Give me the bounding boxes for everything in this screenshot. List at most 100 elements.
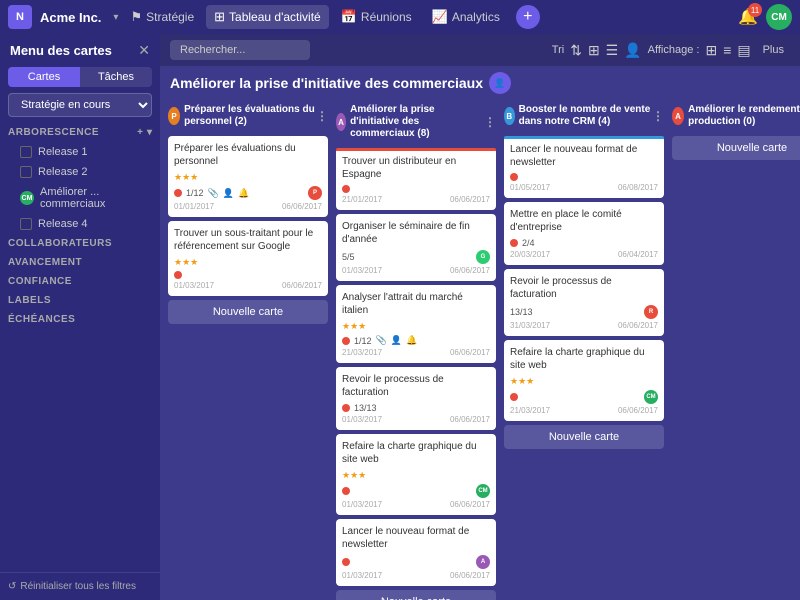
filter-icon[interactable]: ▾ <box>147 127 152 138</box>
card-date-start: 01/05/2017 <box>510 183 550 192</box>
card-label <box>342 337 350 345</box>
sidebar-section-arborescence[interactable]: ARBORESCENCE + ▾ <box>0 123 160 142</box>
table-row[interactable]: Organiser le séminaire de fin d'année 5/… <box>336 214 496 281</box>
column-header-0: P Préparer les évaluations du personnel … <box>168 100 328 132</box>
card-dates: 21/03/2017 06/06/2017 <box>342 348 490 357</box>
nav-avatar[interactable]: CM <box>766 4 792 30</box>
card-icon: 📎 <box>208 188 219 199</box>
check-release2[interactable] <box>20 166 32 178</box>
display-label: Affichage : <box>648 44 700 56</box>
card-date-start: 01/01/2017 <box>174 202 214 211</box>
card-date-start: 01/03/2017 <box>174 281 214 290</box>
column-menu-icon-1[interactable]: ⋮ <box>484 115 496 129</box>
plus-icon[interactable]: + <box>137 127 143 138</box>
avatar: P <box>308 186 322 200</box>
card-top-bar <box>336 148 496 151</box>
view-grid-icon[interactable]: ⊞ <box>705 42 717 59</box>
strategy-icon: ⚑ <box>130 9 142 25</box>
avatar: R <box>644 305 658 319</box>
sidebar-item-release2[interactable]: Release 2 <box>0 162 160 182</box>
card-date-end: 06/06/2017 <box>450 266 490 275</box>
view-timeline-icon[interactable]: ▤ <box>737 42 750 59</box>
filter-icon[interactable]: ⊞ <box>588 42 600 59</box>
nav-add-button[interactable]: + <box>516 5 540 29</box>
card-dates: 01/03/2017 06/06/2017 <box>342 266 490 275</box>
card-meta <box>174 271 322 279</box>
card-label <box>510 393 518 401</box>
new-card-button-1[interactable]: Nouvelle carte <box>336 590 496 600</box>
card-avatars: R <box>644 305 658 319</box>
column-3: A Améliorer le rendement de production (… <box>672 100 800 592</box>
nav-item-tableau[interactable]: ⊞ Tableau d'activité <box>206 5 329 29</box>
table-row[interactable]: Trouver un distributeur en Espagne 21/01… <box>336 148 496 210</box>
card-stars: ★★★ <box>342 470 490 481</box>
check-release1[interactable] <box>20 146 32 158</box>
nav-right: 🔔 11 CM <box>738 4 792 30</box>
strategy-filter-select[interactable]: Stratégie en cours <box>8 93 152 117</box>
card-avatars: CM <box>476 484 490 498</box>
sidebar-tab-cartes[interactable]: Cartes <box>8 67 80 87</box>
new-card-button-2[interactable]: Nouvelle carte <box>504 425 664 449</box>
nav-item-strategie[interactable]: ⚑ Stratégie <box>122 5 202 29</box>
sidebar-section-collaborateurs[interactable]: COLLABORATEURS <box>0 234 160 253</box>
sidebar-section-avancement[interactable]: AVANCEMENT <box>0 253 160 272</box>
nav-logo: N <box>8 5 32 29</box>
column-menu-icon-0[interactable]: ⋮ <box>316 109 328 123</box>
card-icon: 🔔 <box>238 188 249 199</box>
card-progress: 2/4 <box>522 238 535 248</box>
card-title: Mettre en place le comité d'entreprise <box>510 208 658 234</box>
card-date-start: 31/03/2017 <box>510 321 550 330</box>
column-menu-icon-2[interactable]: ⋮ <box>652 109 664 123</box>
new-card-button-0[interactable]: Nouvelle carte <box>168 300 328 324</box>
card-label <box>510 173 518 181</box>
column-title-0: Préparer les évaluations du personnel (2… <box>184 104 316 128</box>
check-release4[interactable] <box>20 218 32 230</box>
sidebar-tab-taches[interactable]: Tâches <box>80 67 152 87</box>
table-row[interactable]: Refaire la charte graphique du site web★… <box>504 340 664 421</box>
column-avatar-0: P <box>168 107 180 125</box>
table-row[interactable]: Revoir le processus de facturation 13/13… <box>336 367 496 430</box>
sidebar-reset-button[interactable]: ↺ Réinitialiser tous les filtres <box>8 581 152 592</box>
nav-brand[interactable]: Acme Inc. <box>40 10 101 25</box>
nav-item-reunions[interactable]: 📅 Réunions <box>333 5 420 29</box>
card-label <box>174 189 182 197</box>
sidebar-close-button[interactable]: ✕ <box>138 42 150 59</box>
table-row[interactable]: Trouver un sous-traitant pour le référen… <box>168 221 328 296</box>
sidebar-section-echeances[interactable]: ÉCHÉANCES <box>0 310 160 329</box>
card-meta: 1/12📎👤🔔P <box>174 186 322 200</box>
column-title-3: Améliorer le rendement de production (0) <box>688 104 800 128</box>
table-row[interactable]: Lancer le nouveau format de newsletter 0… <box>504 136 664 198</box>
group-icon[interactable]: ☰ <box>606 42 619 59</box>
card-label <box>342 487 350 495</box>
column-avatar-1: A <box>336 113 346 131</box>
sidebar-item-release1[interactable]: Release 1 <box>0 142 160 162</box>
sort-az-icon[interactable]: ⇅ <box>570 42 582 59</box>
table-row[interactable]: Analyser l'attrait du marché italien★★★ … <box>336 285 496 363</box>
table-row[interactable]: Revoir le processus de facturation 13/13… <box>504 269 664 336</box>
sidebar-section-confiance[interactable]: CONFIANCE <box>0 272 160 291</box>
table-row[interactable]: Mettre en place le comité d'entreprise 2… <box>504 202 664 265</box>
sidebar-item-release4[interactable]: Release 4 <box>0 214 160 234</box>
view-list-icon[interactable]: ≡ <box>723 42 731 58</box>
nav-brand-chevron: ▾ <box>113 12 118 23</box>
new-card-button-3[interactable]: Nouvelle carte <box>672 136 800 160</box>
board-search-input[interactable] <box>170 40 310 60</box>
card-date-start: 01/03/2017 <box>342 500 382 509</box>
card-meta: 5/5G <box>342 250 490 264</box>
card-avatars: A <box>476 555 490 569</box>
sidebar-item-ameliorer[interactable]: CM Améliorer ... commerciaux <box>0 182 160 214</box>
person-icon[interactable]: 👤 <box>624 42 641 59</box>
calendar-icon: 📅 <box>341 9 357 25</box>
column-header-1: A Améliorer la prise d'initiative des co… <box>336 100 496 144</box>
card-title: Revoir le processus de facturation <box>342 373 490 399</box>
card-date-end: 06/06/2017 <box>618 406 658 415</box>
table-row[interactable]: Lancer le nouveau format de newsletter A… <box>336 519 496 586</box>
table-row[interactable]: Préparer les évaluations du personnel★★★… <box>168 136 328 217</box>
nav-item-analytics[interactable]: 📈 Analytics <box>424 5 508 29</box>
more-button[interactable]: Plus <box>757 42 790 58</box>
table-row[interactable]: Refaire la charte graphique du site web★… <box>336 434 496 515</box>
card-icon: 🔔 <box>406 335 417 346</box>
sidebar-section-labels[interactable]: LABELS <box>0 291 160 310</box>
card-meta <box>342 185 490 193</box>
nav-bell[interactable]: 🔔 11 <box>738 7 758 27</box>
